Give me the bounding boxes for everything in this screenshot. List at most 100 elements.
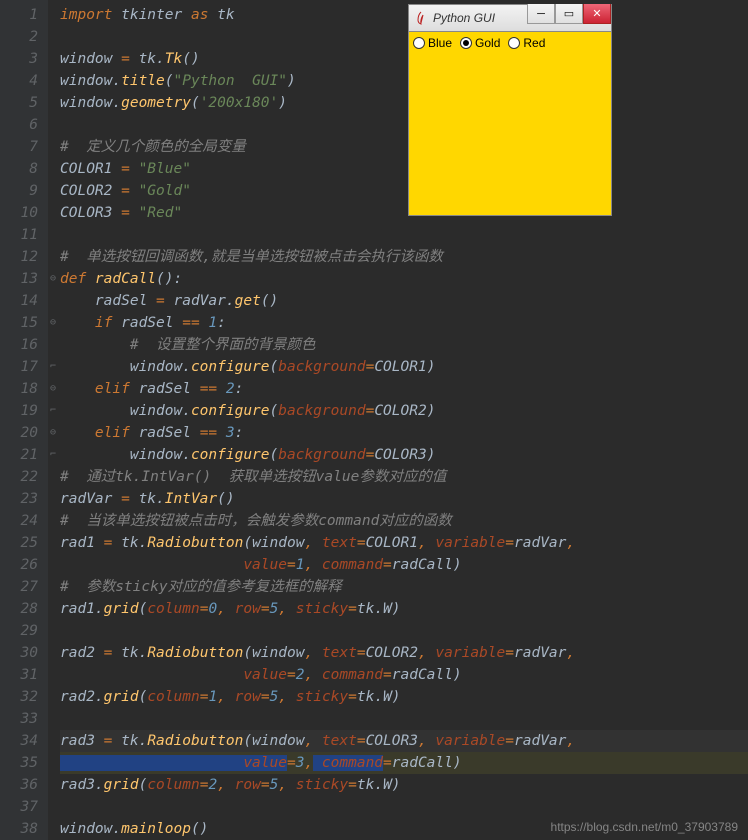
window-titlebar[interactable]: Python GUI ─ ▭ ✕ xyxy=(408,4,612,32)
line-number[interactable]: 16 xyxy=(0,334,38,356)
radio-icon xyxy=(508,37,520,49)
code-line: rad3.grid(column=2, row=5, sticky=tk.W) xyxy=(60,774,748,796)
line-number[interactable]: 13 xyxy=(0,268,38,290)
code-line: ⊖ if radSel == 1: xyxy=(60,312,748,334)
line-number[interactable]: 31 xyxy=(0,664,38,686)
code-line: ⊖def radCall(): xyxy=(60,268,748,290)
code-line: value=2, command=radCall) xyxy=(60,664,748,686)
code-line-highlighted: value=3, command=radCall) xyxy=(60,752,748,774)
line-number[interactable]: 23 xyxy=(0,488,38,510)
code-line: rad1.grid(column=0, row=5, sticky=tk.W) xyxy=(60,598,748,620)
close-button[interactable]: ✕ xyxy=(583,4,611,24)
line-number[interactable]: 26 xyxy=(0,554,38,576)
line-number[interactable]: 14 xyxy=(0,290,38,312)
code-line: ⌐ window.configure(background=COLOR2) xyxy=(60,400,748,422)
radio-icon-checked xyxy=(460,37,472,49)
line-number[interactable]: 28 xyxy=(0,598,38,620)
line-number[interactable]: 11 xyxy=(0,224,38,246)
line-number[interactable]: 21 xyxy=(0,444,38,466)
code-line: ⌐ window.configure(background=COLOR3) xyxy=(60,444,748,466)
fold-end-icon[interactable]: ⌐ xyxy=(50,356,56,378)
code-area[interactable]: import tkinter as tk window = tk.Tk() wi… xyxy=(48,0,748,840)
code-line xyxy=(60,114,748,136)
code-line: COLOR3 = "Red" xyxy=(60,202,748,224)
code-line: # 通过tk.IntVar() 获取单选按钮value参数对应的值 xyxy=(60,466,748,488)
line-number[interactable]: 15 xyxy=(0,312,38,334)
code-line xyxy=(60,224,748,246)
code-line: # 定义几个颜色的全局变量 xyxy=(60,136,748,158)
line-number[interactable]: 10 xyxy=(0,202,38,224)
code-line xyxy=(60,796,748,818)
line-number[interactable]: 3 xyxy=(0,48,38,70)
fold-end-icon[interactable]: ⌐ xyxy=(50,444,56,466)
maximize-button[interactable]: ▭ xyxy=(555,4,583,24)
code-line: COLOR1 = "Blue" xyxy=(60,158,748,180)
line-number[interactable]: 18 xyxy=(0,378,38,400)
line-number[interactable]: 34 xyxy=(0,730,38,752)
line-number[interactable]: 9 xyxy=(0,180,38,202)
tk-feather-icon xyxy=(413,10,429,26)
line-number[interactable]: 19 xyxy=(0,400,38,422)
code-line: rad2.grid(column=1, row=5, sticky=tk.W) xyxy=(60,686,748,708)
line-number-gutter[interactable]: 1 2 3 4 5 6 7 8 9 10 11 12 13 14 15 16 1… xyxy=(0,0,48,840)
line-number[interactable]: 5 xyxy=(0,92,38,114)
watermark-text: https://blog.csdn.net/m0_37903789 xyxy=(551,820,738,834)
code-line: window.title("Python GUI") xyxy=(60,70,748,92)
line-number[interactable]: 7 xyxy=(0,136,38,158)
code-line: # 设置整个界面的背景颜色 xyxy=(60,334,748,356)
code-line: # 单选按钮回调函数,就是当单选按钮被点击会执行该函数 xyxy=(60,246,748,268)
code-line xyxy=(60,620,748,642)
line-number[interactable]: 38 xyxy=(0,818,38,840)
radio-gold[interactable]: Gold xyxy=(460,36,500,50)
fold-minus-icon[interactable]: ⊖ xyxy=(50,312,56,334)
code-line: rad2 = tk.Radiobutton(window, text=COLOR… xyxy=(60,642,748,664)
line-number[interactable]: 25 xyxy=(0,532,38,554)
fold-minus-icon[interactable]: ⊖ xyxy=(50,422,56,444)
code-line: rad3 = tk.Radiobutton(window, text=COLOR… xyxy=(60,730,748,752)
radio-label: Blue xyxy=(428,36,452,50)
radio-blue[interactable]: Blue xyxy=(413,36,452,50)
radio-icon xyxy=(413,37,425,49)
line-number[interactable]: 29 xyxy=(0,620,38,642)
code-line: window.geometry('200x180') xyxy=(60,92,748,114)
line-number[interactable]: 2 xyxy=(0,26,38,48)
code-line: ⊖ elif radSel == 3: xyxy=(60,422,748,444)
code-line xyxy=(60,708,748,730)
line-number[interactable]: 22 xyxy=(0,466,38,488)
code-line: ⊖ elif radSel == 2: xyxy=(60,378,748,400)
line-number[interactable]: 36 xyxy=(0,774,38,796)
radio-group: Blue Gold Red xyxy=(409,32,611,54)
line-number[interactable]: 12 xyxy=(0,246,38,268)
line-number[interactable]: 37 xyxy=(0,796,38,818)
window-body: Blue Gold Red xyxy=(408,32,612,216)
minimize-button[interactable]: ─ xyxy=(527,4,555,24)
line-number[interactable]: 1 xyxy=(0,4,38,26)
radio-label: Gold xyxy=(475,36,500,50)
fold-end-icon[interactable]: ⌐ xyxy=(50,400,56,422)
line-number[interactable]: 32 xyxy=(0,686,38,708)
code-line: rad1 = tk.Radiobutton(window, text=COLOR… xyxy=(60,532,748,554)
code-line: ⌐ window.configure(background=COLOR1) xyxy=(60,356,748,378)
line-number[interactable]: 24 xyxy=(0,510,38,532)
code-line: # 当该单选按钮被点击时，会触发参数command对应的函数 xyxy=(60,510,748,532)
fold-minus-icon[interactable]: ⊖ xyxy=(50,268,56,290)
line-number[interactable]: 35 xyxy=(0,752,38,774)
line-number[interactable]: 8 xyxy=(0,158,38,180)
code-line: import tkinter as tk xyxy=(60,4,748,26)
line-number[interactable]: 30 xyxy=(0,642,38,664)
radio-red[interactable]: Red xyxy=(508,36,545,50)
code-line: window = tk.Tk() xyxy=(60,48,748,70)
line-number[interactable]: 4 xyxy=(0,70,38,92)
code-line: COLOR2 = "Gold" xyxy=(60,180,748,202)
code-line xyxy=(60,26,748,48)
line-number[interactable]: 17 xyxy=(0,356,38,378)
code-line: # 参数sticky对应的值参考复选框的解释 xyxy=(60,576,748,598)
python-gui-window[interactable]: Python GUI ─ ▭ ✕ Blue Gold Red xyxy=(408,4,612,216)
line-number[interactable]: 27 xyxy=(0,576,38,598)
code-line: radVar = tk.IntVar() xyxy=(60,488,748,510)
fold-minus-icon[interactable]: ⊖ xyxy=(50,378,56,400)
line-number[interactable]: 33 xyxy=(0,708,38,730)
line-number[interactable]: 6 xyxy=(0,114,38,136)
line-number[interactable]: 20 xyxy=(0,422,38,444)
code-line: value=1, command=radCall) xyxy=(60,554,748,576)
